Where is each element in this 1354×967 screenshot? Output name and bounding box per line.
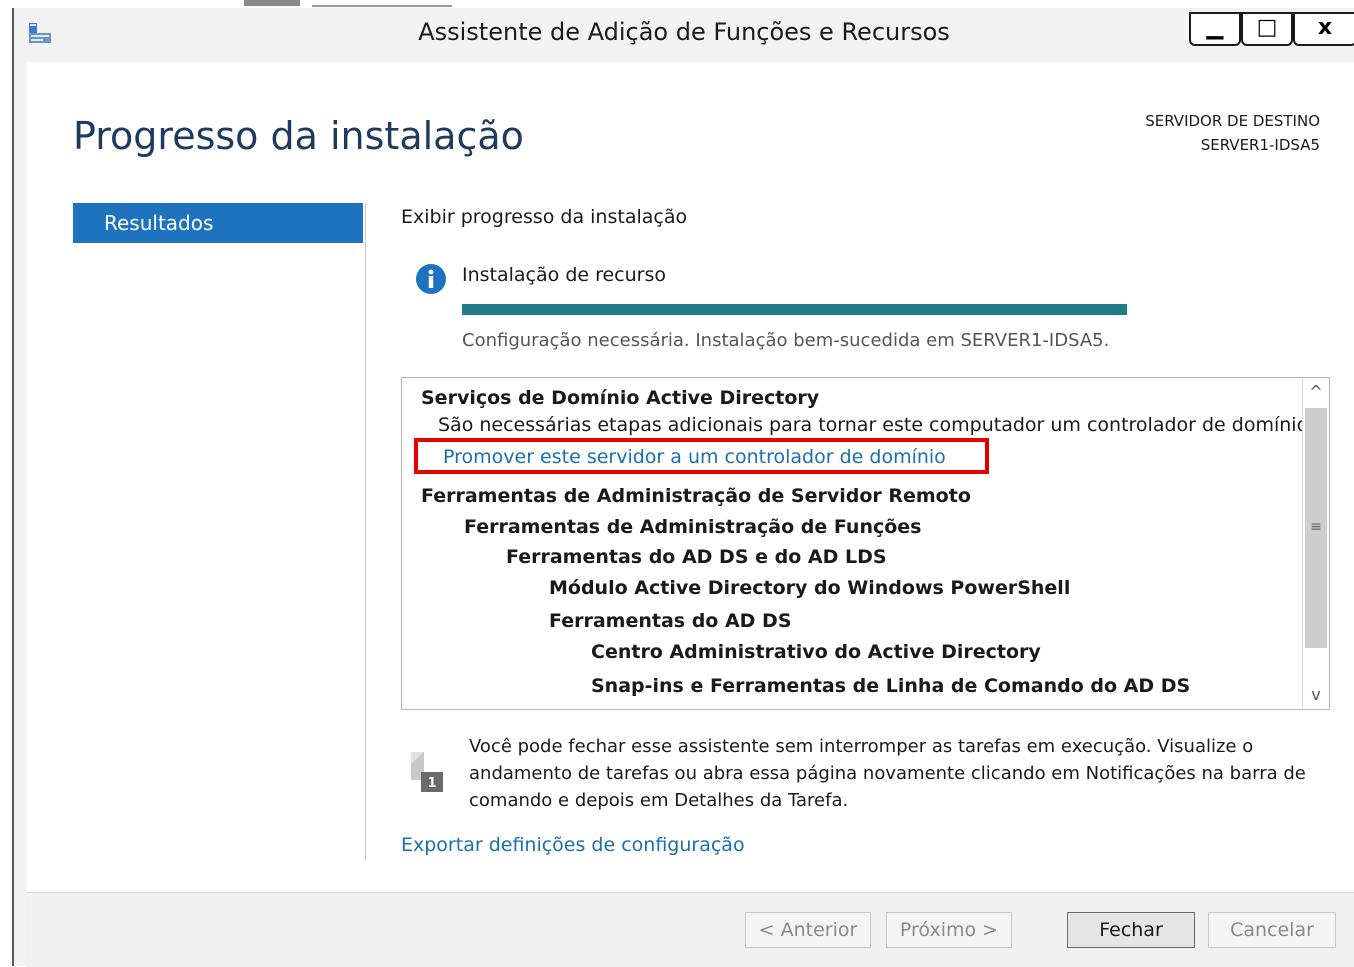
previous-button[interactable]: < Anterior — [745, 912, 871, 948]
result-ad-ds-message: São necessárias etapas adicionais para t… — [438, 414, 1314, 436]
sidebar-item-resultados[interactable]: Resultados — [73, 203, 363, 243]
feature-installation-label: Instalação de recurso — [462, 264, 667, 286]
wizard-client-area: Progresso da instalação SERVIDOR DE DEST… — [27, 62, 1354, 967]
notification-flag-icon: 1 — [411, 752, 443, 792]
next-button[interactable]: Próximo > — [886, 912, 1012, 948]
section-heading: Exibir progresso da instalação — [401, 206, 688, 228]
result-ad-powershell-module: Módulo Active Directory do Windows Power… — [549, 577, 1071, 599]
result-adds-tools: Ferramentas do AD DS — [549, 610, 792, 632]
scroll-grip-icon: ≡ — [1310, 519, 1322, 535]
close-button[interactable]: Fechar — [1067, 912, 1195, 948]
wizard-window: Assistente de Adição de Funções e Recurs… — [12, 8, 1354, 967]
promote-domain-controller-link[interactable]: Promover este servidor a um controlador … — [443, 446, 946, 468]
maximize-button[interactable]: □ — [1241, 12, 1293, 46]
installation-progress-bar — [462, 304, 1127, 315]
destination-server-label: SERVIDOR DE DESTINO — [1145, 112, 1320, 130]
window-title: Assistente de Adição de Funções e Recurs… — [418, 18, 950, 46]
sidebar-item-label: Resultados — [104, 211, 214, 235]
installation-status-text: Configuração necessária. Instalação bem-… — [462, 330, 1110, 351]
maximize-icon: □ — [1256, 15, 1278, 40]
sidebar-divider — [365, 203, 366, 861]
result-adds-adlds-tools: Ferramentas do AD DS e do AD LDS — [506, 546, 887, 568]
background-window-strip — [0, 0, 1354, 8]
cancel-button[interactable]: Cancelar — [1208, 912, 1336, 948]
info-icon — [416, 264, 446, 294]
minimize-icon: ▁ — [1206, 15, 1224, 40]
scroll-thumb[interactable]: ≡ — [1305, 408, 1327, 648]
background-text-fragment — [312, 0, 452, 7]
page-title: Progresso da instalação — [73, 114, 524, 158]
result-ad-admin-center: Centro Administrativo do Active Director… — [591, 641, 1041, 663]
export-configuration-link[interactable]: Exportar definições de configuração — [401, 834, 745, 856]
close-icon: x — [1317, 15, 1333, 40]
scroll-up-icon[interactable]: ^ — [1303, 378, 1329, 406]
destination-server-name: SERVER1-IDSA5 — [1200, 136, 1320, 154]
progress-fill — [462, 304, 1127, 315]
result-ad-ds: Serviços de Domínio Active Directory — [421, 387, 820, 409]
results-list[interactable]: Serviços de Domínio Active Directory São… — [401, 377, 1330, 710]
scroll-down-icon[interactable]: v — [1303, 681, 1329, 709]
minimize-button[interactable]: ▁ — [1189, 12, 1241, 46]
notification-note-text: Você pode fechar esse assistente sem int… — [469, 736, 1306, 811]
close-window-button[interactable]: x — [1293, 12, 1354, 46]
result-adds-snapins: Snap-ins e Ferramentas de Linha de Coman… — [591, 675, 1191, 697]
results-scrollbar[interactable]: ^ ≡ v — [1302, 378, 1329, 709]
result-role-admin-tools: Ferramentas de Administração de Funções — [464, 516, 922, 538]
result-rsat: Ferramentas de Administração de Servidor… — [421, 485, 971, 507]
title-bar[interactable]: Assistente de Adição de Funções e Recurs… — [14, 8, 1354, 62]
background-toolbar-fragment — [244, 0, 300, 6]
wizard-footer: < Anterior Próximo > Fechar Cancelar — [27, 892, 1354, 967]
notification-badge-count: 1 — [427, 776, 436, 791]
